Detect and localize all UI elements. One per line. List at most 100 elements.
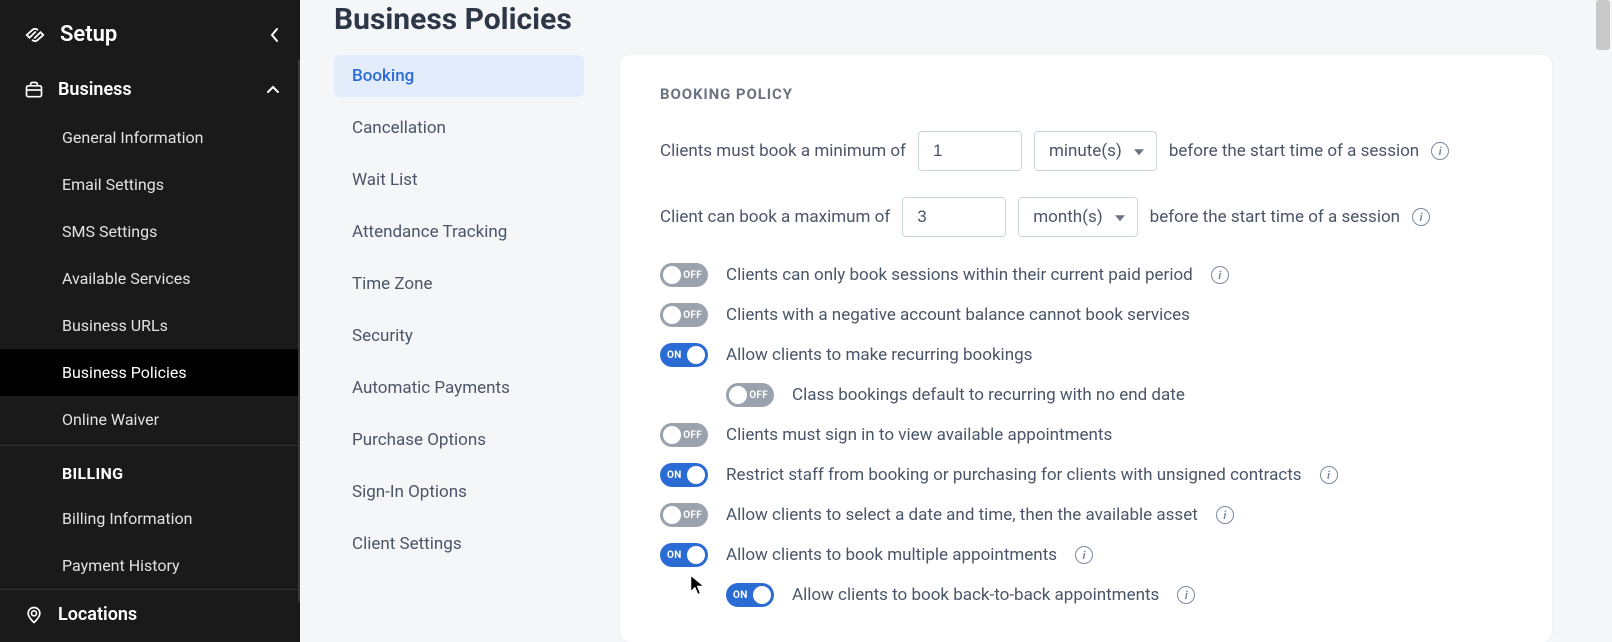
- tab-security[interactable]: Security: [334, 315, 584, 357]
- toggle-label: Allow clients to book back-to-back appoi…: [792, 585, 1159, 605]
- min-book-unit-select[interactable]: minute(s): [1034, 131, 1157, 171]
- sidebar-title: Setup: [60, 22, 117, 47]
- toggle-label: Class bookings default to recurring with…: [792, 385, 1185, 405]
- toggle-state-text: OFF: [683, 430, 702, 441]
- toggle-state-text: ON: [733, 590, 748, 601]
- min-book-unit: minute(s): [1049, 141, 1122, 161]
- sidebar: Setup Business General Information Email…: [0, 0, 300, 642]
- toggle-knob: [729, 386, 747, 404]
- toggle-switch[interactable]: ON: [660, 463, 708, 487]
- nav-business-urls[interactable]: Business URLs: [0, 302, 300, 349]
- toggle-switch[interactable]: ON: [726, 583, 774, 607]
- policy-tabs: Booking Cancellation Wait List Attendanc…: [334, 55, 584, 642]
- toggle-label: Allow clients to select a date and time,…: [726, 505, 1198, 525]
- setup-icon: [24, 24, 46, 46]
- booking-policy-panel: BOOKING POLICY Clients must book a minim…: [620, 55, 1552, 642]
- tab-sign-in-options[interactable]: Sign-In Options: [334, 471, 584, 513]
- toggle-switch[interactable]: OFF: [660, 303, 708, 327]
- toggle-state-text: OFF: [683, 310, 702, 321]
- toggle-label: Clients with a negative account balance …: [726, 305, 1190, 325]
- main-area: Business Policies Booking Cancellation W…: [300, 0, 1612, 642]
- nav-business-subitems: General Information Email Settings SMS S…: [0, 114, 300, 589]
- nav-section-locations[interactable]: Locations: [0, 589, 300, 639]
- tab-wait-list[interactable]: Wait List: [334, 159, 584, 201]
- max-book-pre: Client can book a maximum of: [660, 207, 890, 227]
- toggle-knob: [687, 466, 705, 484]
- tab-time-zone[interactable]: Time Zone: [334, 263, 584, 305]
- toggle-row: ON Allow clients to make recurring bookin…: [660, 343, 1512, 367]
- max-book-row: Client can book a maximum of month(s) be…: [660, 197, 1512, 237]
- toggle-label: Allow clients to book multiple appointme…: [726, 545, 1057, 565]
- nav-payment-history[interactable]: Payment History: [0, 542, 300, 589]
- toggle-state-text: OFF: [683, 510, 702, 521]
- toggle-row: OFF Clients must sign in to view availabl…: [660, 423, 1512, 447]
- tab-attendance-tracking[interactable]: Attendance Tracking: [334, 211, 584, 253]
- nav-section-business-label: Business: [58, 79, 132, 100]
- toggle-knob: [753, 586, 771, 604]
- info-icon[interactable]: [1412, 208, 1430, 226]
- toggle-label: Allow clients to make recurring bookings: [726, 345, 1032, 365]
- nav-section-locations-label: Locations: [58, 604, 137, 625]
- briefcase-icon: [24, 80, 44, 100]
- info-icon[interactable]: [1320, 466, 1338, 484]
- toggle-knob: [687, 546, 705, 564]
- nav-section-business[interactable]: Business: [0, 65, 300, 114]
- toggle-switch[interactable]: OFF: [660, 423, 708, 447]
- toggle-state-text: ON: [667, 350, 682, 361]
- sidebar-scroll-track: [298, 60, 300, 602]
- content-row: Booking Cancellation Wait List Attendanc…: [300, 55, 1612, 642]
- min-book-post: before the start time of a session: [1169, 141, 1419, 161]
- toggle-knob: [663, 506, 681, 524]
- toggle-row: OFF Clients with a negative account balan…: [660, 303, 1512, 327]
- toggle-switch[interactable]: OFF: [660, 503, 708, 527]
- toggle-row: OFF Allow clients to select a date and ti…: [660, 503, 1512, 527]
- toggle-label: Clients must sign in to view available a…: [726, 425, 1112, 445]
- min-book-row: Clients must book a minimum of minute(s)…: [660, 131, 1512, 171]
- toggle-state-text: OFF: [683, 270, 702, 281]
- info-icon[interactable]: [1177, 586, 1195, 604]
- toggle-switch[interactable]: OFF: [726, 383, 774, 407]
- nav-general-information[interactable]: General Information: [0, 114, 300, 161]
- nav-online-waiver[interactable]: Online Waiver: [0, 396, 300, 443]
- chevron-up-icon: [266, 85, 280, 94]
- nav-billing-information[interactable]: Billing Information: [0, 495, 300, 542]
- toggle-row: ON Restrict staff from booking or purchas…: [660, 463, 1512, 487]
- tab-booking[interactable]: Booking: [334, 55, 584, 97]
- toggle-state-text: OFF: [749, 390, 768, 401]
- tab-automatic-payments[interactable]: Automatic Payments: [334, 367, 584, 409]
- toggle-state-text: ON: [667, 470, 682, 481]
- max-book-unit-select[interactable]: month(s): [1018, 197, 1137, 237]
- panel-heading: BOOKING POLICY: [660, 85, 1512, 103]
- nav-sms-settings[interactable]: SMS Settings: [0, 208, 300, 255]
- toggle-row: OFF Clients can only book sessions within…: [660, 263, 1512, 287]
- toggle-switch[interactable]: OFF: [660, 263, 708, 287]
- toggle-row: ON Allow clients to book multiple appoint…: [660, 543, 1512, 567]
- toggle-list: OFF Clients can only book sessions within…: [660, 263, 1512, 607]
- nav-business-policies[interactable]: Business Policies: [0, 349, 300, 396]
- max-book-post: before the start time of a session: [1150, 207, 1400, 227]
- tab-purchase-options[interactable]: Purchase Options: [334, 419, 584, 461]
- toggle-state-text: ON: [667, 550, 682, 561]
- min-book-pre: Clients must book a minimum of: [660, 141, 906, 161]
- toggle-knob: [663, 306, 681, 324]
- toggle-label: Restrict staff from booking or purchasin…: [726, 465, 1302, 485]
- chevron-left-icon[interactable]: [270, 27, 280, 43]
- max-book-value[interactable]: [902, 197, 1006, 237]
- toggle-knob: [663, 426, 681, 444]
- info-icon[interactable]: [1211, 266, 1229, 284]
- toggle-row: ON Allow clients to book back-to-back app…: [660, 583, 1512, 607]
- tab-client-settings[interactable]: Client Settings: [334, 523, 584, 565]
- nav-email-settings[interactable]: Email Settings: [0, 161, 300, 208]
- info-icon[interactable]: [1216, 506, 1234, 524]
- info-icon[interactable]: [1075, 546, 1093, 564]
- nav-available-services[interactable]: Available Services: [0, 255, 300, 302]
- toggle-label: Clients can only book sessions within th…: [726, 265, 1193, 285]
- toggle-knob: [663, 266, 681, 284]
- min-book-value[interactable]: [918, 131, 1022, 171]
- toggle-switch[interactable]: ON: [660, 543, 708, 567]
- outer-scrollbar-thumb[interactable]: [1596, 0, 1610, 50]
- toggle-switch[interactable]: ON: [660, 343, 708, 367]
- tab-cancellation[interactable]: Cancellation: [334, 107, 584, 149]
- info-icon[interactable]: [1431, 142, 1449, 160]
- toggle-knob: [687, 346, 705, 364]
